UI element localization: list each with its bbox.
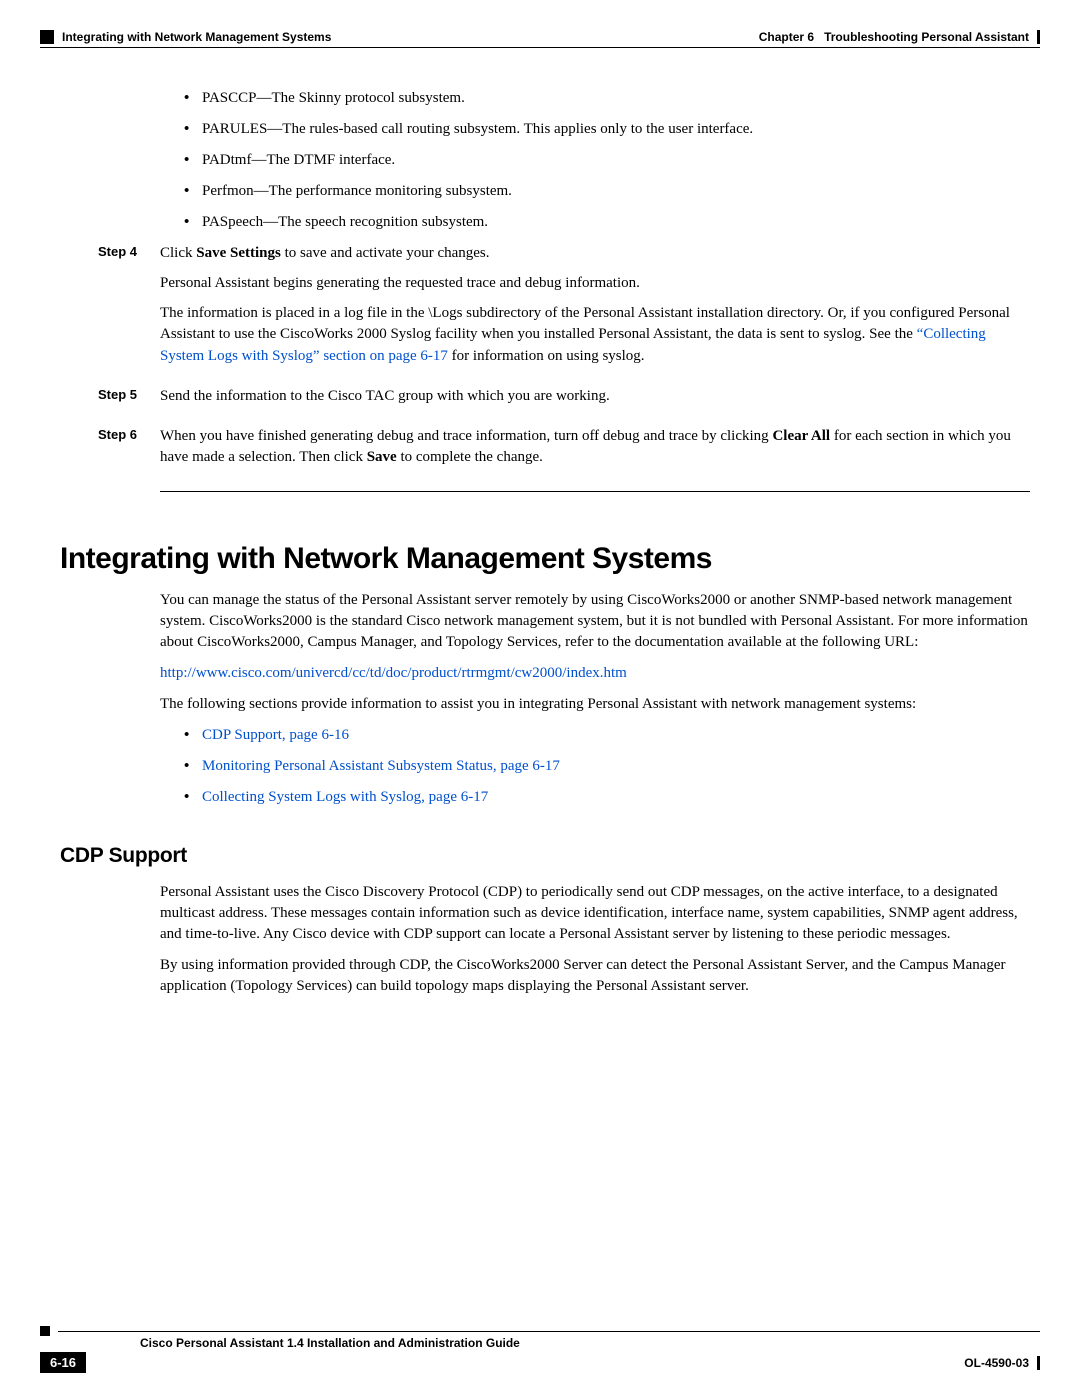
list-item: PASCCP—The Skinny protocol subsystem. — [184, 88, 1030, 109]
bold-text: Save — [367, 449, 397, 465]
header-left: Integrating with Network Management Syst… — [40, 30, 331, 44]
cross-reference-link[interactable]: Monitoring Personal Assistant Subsystem … — [202, 758, 560, 774]
paragraph: You can manage the status of the Persona… — [160, 590, 1030, 653]
running-header: Integrating with Network Management Syst… — [40, 30, 1040, 44]
text: for information on using syslog. — [448, 348, 645, 364]
list-item: PASpeech—The speech recognition subsyste… — [184, 212, 1030, 233]
toc-list: CDP Support, page 6-16 Monitoring Person… — [160, 725, 1030, 808]
step-text: Send the information to the Cisco TAC gr… — [160, 386, 1030, 408]
subsystem-bullet-list: PASCCP—The Skinny protocol subsystem. PA… — [160, 88, 1030, 233]
step-text: When you have finished generating debug … — [160, 426, 1030, 470]
step-label: Step 6 — [98, 426, 158, 478]
document-id: OL-4590-03 — [964, 1356, 1040, 1370]
square-marker-icon — [40, 1326, 50, 1336]
step-body: When you have finished generating debug … — [160, 426, 1030, 478]
bold-text: Save Settings — [196, 245, 281, 261]
paragraph: The following sections provide informati… — [160, 694, 1030, 715]
bold-text: Clear All — [772, 428, 830, 444]
header-rule — [40, 47, 1040, 48]
subsection-body: Personal Assistant uses the Cisco Discov… — [40, 882, 1040, 997]
cross-reference-link[interactable]: Collecting System Logs with Syslog, page… — [202, 789, 488, 805]
text: Click — [160, 245, 196, 261]
toc-item[interactable]: CDP Support, page 6-16 — [184, 725, 1030, 746]
list-item: Perfmon—The performance monitoring subsy… — [184, 181, 1030, 202]
paragraph: Personal Assistant uses the Cisco Discov… — [160, 882, 1030, 945]
step-label: Step 5 — [98, 386, 158, 416]
text: to complete the change. — [397, 449, 543, 465]
page-content: PASCCP—The Skinny protocol subsystem. PA… — [40, 88, 1040, 492]
header-section-title: Integrating with Network Management Syst… — [62, 30, 331, 44]
section-body: You can manage the status of the Persona… — [40, 590, 1040, 808]
step-5: Step 5 Send the information to the Cisco… — [160, 386, 1030, 416]
chapter-label: Chapter 6 — [759, 30, 814, 44]
step-6: Step 6 When you have finished generating… — [160, 426, 1030, 478]
step-text: The information is placed in a log file … — [160, 303, 1030, 368]
tick-marker-icon — [1037, 30, 1040, 44]
list-item: PADtmf—The DTMF interface. — [184, 150, 1030, 171]
footer-guide-title: Cisco Personal Assistant 1.4 Installatio… — [40, 1336, 1040, 1350]
chapter-title: Troubleshooting Personal Assistant — [824, 30, 1029, 44]
page-footer: Cisco Personal Assistant 1.4 Installatio… — [40, 1324, 1040, 1373]
page-number-badge: 6-16 — [40, 1352, 86, 1373]
step-text: Click Save Settings to save and activate… — [160, 243, 1030, 265]
toc-item[interactable]: Monitoring Personal Assistant Subsystem … — [184, 756, 1030, 777]
section-divider — [160, 491, 1030, 492]
cross-reference-link[interactable]: CDP Support, page 6-16 — [202, 727, 349, 743]
step-text: Personal Assistant begins generating the… — [160, 273, 1030, 295]
list-item: PARULES—The rules-based call routing sub… — [184, 119, 1030, 140]
section-heading: Integrating with Network Management Syst… — [60, 542, 1040, 576]
paragraph: By using information provided through CD… — [160, 955, 1030, 997]
step-4: Step 4 Click Save Settings to save and a… — [160, 243, 1030, 376]
step-body: Send the information to the Cisco TAC gr… — [160, 386, 1030, 416]
text: The information is placed in a log file … — [160, 305, 1010, 343]
text: to save and activate your changes. — [281, 245, 490, 261]
link-text[interactable]: http://www.cisco.com/univercd/cc/td/doc/… — [160, 665, 627, 681]
header-right: Chapter 6 Troubleshooting Personal Assis… — [759, 30, 1040, 44]
toc-item[interactable]: Collecting System Logs with Syslog, page… — [184, 787, 1030, 808]
footer-rule — [58, 1331, 1040, 1332]
tick-marker-icon — [1037, 1356, 1040, 1370]
subsection-heading: CDP Support — [60, 844, 1040, 868]
step-label: Step 4 — [98, 243, 158, 376]
doc-id-text: OL-4590-03 — [964, 1356, 1029, 1370]
text: When you have finished generating debug … — [160, 428, 772, 444]
step-body: Click Save Settings to save and activate… — [160, 243, 1030, 376]
square-marker-icon — [40, 30, 54, 44]
external-url-link[interactable]: http://www.cisco.com/univercd/cc/td/doc/… — [160, 663, 1030, 684]
